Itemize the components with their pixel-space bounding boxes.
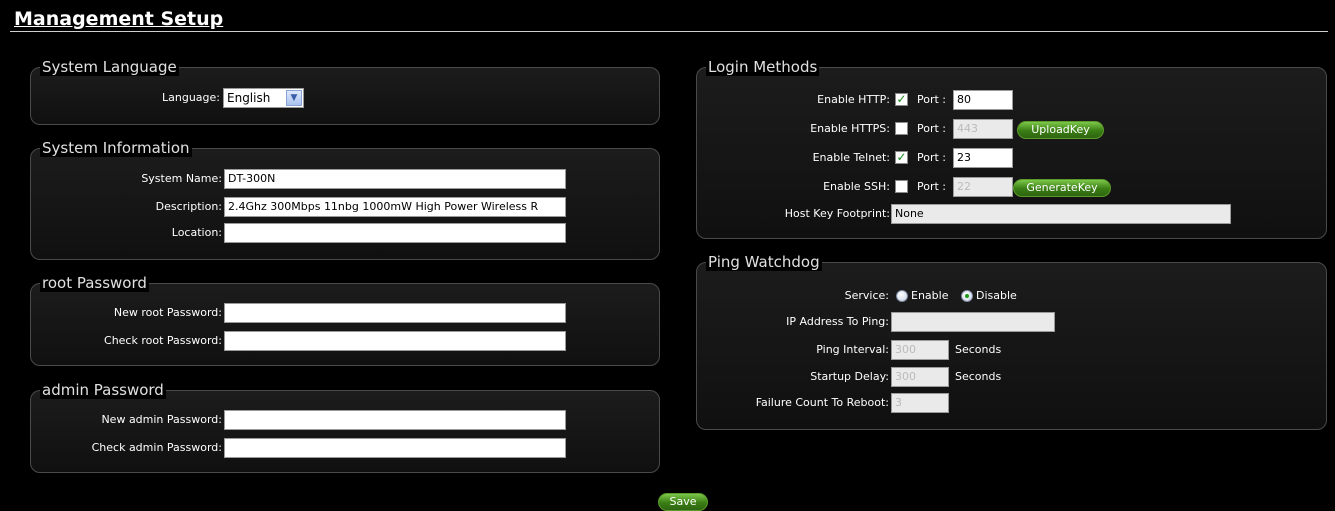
startup-delay-unit: Seconds <box>955 370 1002 383</box>
root-password-section: root Password New root Password: Check r… <box>30 274 660 366</box>
ip-address-to-ping-input[interactable] <box>891 312 1055 332</box>
description-input[interactable]: 2.4Ghz 300Mbps 11nbg 1000mW High Power W… <box>224 197 566 217</box>
service-enable-radio[interactable] <box>896 290 908 302</box>
save-button[interactable]: Save <box>658 493 708 511</box>
enable-https-checkbox[interactable] <box>895 122 908 135</box>
ping-interval-unit: Seconds <box>955 343 1002 356</box>
ssh-port-label: Port : <box>917 180 947 193</box>
failure-count-label: Failure Count To Reboot: <box>755 396 889 409</box>
ping-interval-label: Ping Interval: <box>816 343 889 356</box>
enable-ssh-label: Enable SSH: <box>823 180 890 193</box>
upload-key-button[interactable]: UploadKey <box>1017 121 1104 139</box>
system-name-input[interactable]: DT-300N <box>224 169 566 189</box>
enable-telnet-label: Enable Telnet: <box>812 151 890 164</box>
check-admin-password-input[interactable] <box>224 438 566 458</box>
telnet-port-label: Port : <box>917 151 947 164</box>
system-name-label: System Name: <box>141 172 222 185</box>
system-language-legend: System Language <box>40 58 179 76</box>
host-key-footprint-input[interactable]: None <box>891 204 1231 224</box>
service-enable-label: Enable <box>911 289 949 302</box>
startup-delay-label: Startup Delay: <box>810 370 889 383</box>
login-methods-section: Login Methods Enable HTTP: ✓ Port : 80 E… <box>696 58 1327 239</box>
service-disable-label: Disable <box>976 289 1017 302</box>
ssh-port-input[interactable]: 22 <box>953 177 1013 197</box>
http-port-input[interactable]: 80 <box>953 90 1013 110</box>
generate-key-button[interactable]: GenerateKey <box>1013 179 1111 197</box>
telnet-port-input[interactable]: 23 <box>953 148 1013 168</box>
host-key-footprint-label: Host Key Footprint: <box>784 207 890 220</box>
location-input[interactable] <box>224 223 566 243</box>
service-disable-radio[interactable] <box>961 290 973 302</box>
check-root-password-input[interactable] <box>224 331 566 351</box>
enable-http-checkbox[interactable]: ✓ <box>895 93 908 106</box>
chevron-down-icon: ▼ <box>286 90 302 106</box>
enable-telnet-checkbox[interactable]: ✓ <box>895 151 908 164</box>
ping-watchdog-legend: Ping Watchdog <box>706 253 822 271</box>
ip-address-to-ping-label: IP Address To Ping: <box>786 315 889 328</box>
https-port-input[interactable]: 443 <box>953 119 1013 139</box>
description-label: Description: <box>155 200 222 213</box>
title-divider <box>10 31 1328 32</box>
https-port-label: Port : <box>917 122 947 135</box>
root-password-legend: root Password <box>40 274 149 292</box>
http-port-label: Port : <box>917 93 947 106</box>
ping-interval-input[interactable]: 300 <box>891 340 949 360</box>
admin-password-legend: admin Password <box>40 381 166 399</box>
language-label: Language: <box>162 91 220 104</box>
enable-https-label: Enable HTTPS: <box>810 122 890 135</box>
language-select[interactable]: English ▼ <box>223 88 304 108</box>
system-information-legend: System Information <box>40 139 192 157</box>
login-methods-legend: Login Methods <box>706 58 820 76</box>
ping-watchdog-section: Ping Watchdog Service: Enable Disable IP… <box>696 253 1327 430</box>
page-title: Management Setup <box>14 8 224 30</box>
enable-ssh-checkbox[interactable] <box>895 180 908 193</box>
system-language-section: System Language Language: English ▼ <box>30 58 660 125</box>
language-selected-value: English <box>227 91 271 105</box>
admin-password-section: admin Password New admin Password: Check… <box>30 381 660 473</box>
new-admin-password-label: New admin Password: <box>101 413 222 426</box>
enable-http-label: Enable HTTP: <box>817 93 890 106</box>
check-admin-password-label: Check admin Password: <box>91 441 222 454</box>
startup-delay-input[interactable]: 300 <box>891 367 949 387</box>
system-information-section: System Information System Name: DT-300N … <box>30 139 660 260</box>
new-root-password-label: New root Password: <box>113 306 222 319</box>
check-root-password-label: Check root Password: <box>104 334 222 347</box>
new-admin-password-input[interactable] <box>224 410 566 430</box>
service-label: Service: <box>844 289 889 302</box>
new-root-password-input[interactable] <box>224 303 566 323</box>
failure-count-input[interactable]: 3 <box>891 393 949 413</box>
location-label: Location: <box>171 226 222 239</box>
